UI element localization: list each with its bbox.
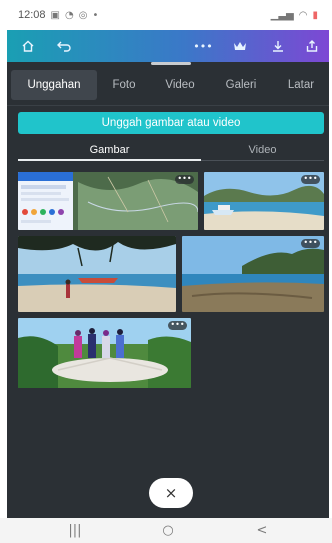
thumb-more-button[interactable]: ••• [175,175,194,184]
recents-icon[interactable]: ||| [60,518,90,543]
download-icon[interactable] [263,30,293,62]
tab-foto[interactable]: Foto [100,70,148,100]
beach-person-image [18,236,176,312]
thumb-more-button[interactable]: ••• [301,175,320,184]
thumb-map-screenshot[interactable]: ••• [18,172,198,230]
thumb-more-button[interactable]: ••• [168,321,187,330]
map-screenshot-image [18,172,198,230]
home-circle-icon[interactable]: ○ [153,518,183,543]
tab-unggahan[interactable]: Unggahan [11,70,97,100]
thumb-beach-boat[interactable]: ••• [204,172,324,230]
messenger-icon: ◔ [64,9,74,21]
home-icon[interactable] [13,30,43,62]
mail-icon: ▣ [50,9,60,21]
thumb-coast-hills[interactable]: ••• [182,236,324,312]
tab-latar[interactable]: Latar [277,70,325,100]
tab-galeri[interactable]: Galeri [213,70,269,100]
group-platform-image [18,318,191,388]
tabs-divider [7,105,329,106]
subtab-video[interactable]: Video [201,140,324,160]
active-subtab-indicator [18,159,201,161]
thumb-beach-person[interactable] [18,236,176,312]
status-time: 12:08 [18,9,46,21]
thumb-more-button[interactable]: ••• [301,239,320,248]
category-tabs: Unggahan Foto Video Galeri Latar [7,70,329,100]
status-bar: 12:08 ▣ ◔ ◎ • ▁▃▅ ◠ ▮ [0,0,332,30]
thumb-group-on-platform[interactable]: ••• [18,318,191,388]
uploads-panel: Unggahan Foto Video Galeri Latar Unggah … [7,62,329,518]
more-dots-icon[interactable]: ••• [188,30,218,62]
undo-icon[interactable] [49,30,79,62]
share-icon[interactable] [297,30,327,62]
close-panel-button[interactable]: × [149,478,193,508]
battery-icon: ▮ [312,9,318,21]
panel-drag-handle[interactable] [151,62,191,65]
signal-strength-icon: ▁▃▅ [270,9,294,21]
wifi-icon: ◠ [298,9,308,21]
upload-media-button[interactable]: Unggah gambar atau video [18,112,324,134]
whatsapp-icon: ◎ [78,9,88,21]
crown-icon[interactable] [225,30,255,62]
dot-icon: • [92,9,99,21]
subtab-gambar[interactable]: Gambar [18,140,201,160]
back-icon[interactable]: < [247,518,277,543]
subtab-divider [201,160,324,161]
android-nav-bar: ||| ○ < [0,518,332,543]
tab-video[interactable]: Video [155,70,205,100]
editor-toolbar: ••• [7,30,329,62]
